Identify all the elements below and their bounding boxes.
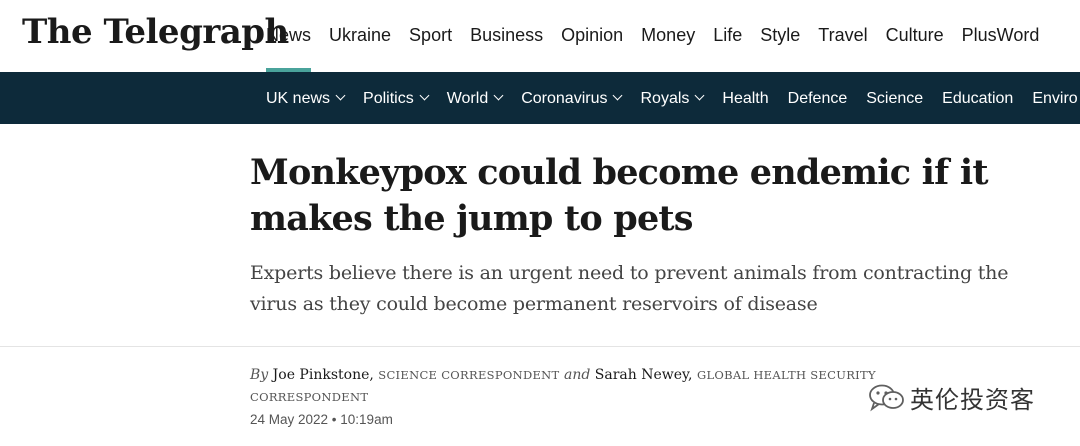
section-nav-label: Royals — [640, 89, 690, 107]
section-nav-label: Health — [722, 89, 769, 107]
chevron-down-icon — [419, 90, 430, 101]
site-header: The Telegraph News Ukraine Sport Business Op… — [0, 0, 1080, 72]
chevron-down-icon — [493, 90, 504, 101]
section-nav-education[interactable]: Education — [942, 72, 1013, 124]
nav-item-money[interactable]: Money — [641, 0, 695, 72]
primary-nav: News Ukraine Sport Business Opinion Money Life… — [266, 0, 1057, 72]
article-standfirst: Experts believe there is an urgent need … — [250, 262, 1009, 315]
section-nav-world[interactable]: World — [446, 72, 504, 124]
section-nav-label: Science — [866, 89, 924, 107]
section-nav-row: UK news Politics World Coronavirus Royals Hea… — [266, 72, 1080, 124]
divider — [0, 346, 1080, 347]
nav-item-sport[interactable]: Sport — [409, 0, 452, 72]
nav-item-news[interactable]: News — [266, 0, 312, 72]
nav-item-culture[interactable]: Culture — [886, 0, 944, 72]
chevron-down-icon — [613, 90, 623, 101]
wechat-icon — [868, 383, 906, 413]
section-nav-politics[interactable]: Politics — [363, 72, 430, 124]
section-nav-defence[interactable]: Defence — [788, 72, 848, 124]
section-nav-label: Politics — [363, 89, 414, 107]
byline: By Joe Pinkstone, SCIENCE CORRESPONDENT … — [250, 364, 950, 408]
section-nav-uk-news[interactable]: UK news — [266, 72, 346, 124]
section-nav-health[interactable]: Health — [722, 72, 768, 124]
article-headline: Monkeypox could become endemic if it mak… — [250, 152, 988, 239]
nav-item-life[interactable]: Life — [713, 0, 742, 72]
nav-item-travel[interactable]: Travel — [818, 0, 867, 72]
section-nav-royals[interactable]: Royals — [640, 72, 705, 124]
section-nav-label: Education — [942, 89, 1014, 107]
section-nav-label: Coronavirus — [521, 89, 608, 107]
publish-date: 24 May 2022 • 10:19am — [250, 412, 393, 427]
author-link-newey[interactable]: Sarah Newey, — [595, 367, 693, 383]
watermark-text: 英伦投资客 — [910, 386, 1035, 414]
nav-item-plusword[interactable]: PlusWord — [962, 0, 1040, 72]
section-nav-label: World — [446, 89, 489, 107]
author-role: SCIENCE CORRESPONDENT — [378, 368, 560, 382]
site-logo[interactable]: The Telegraph — [22, 12, 289, 52]
nav-item-ukraine[interactable]: Ukraine — [329, 0, 391, 72]
chevron-down-icon — [694, 90, 705, 101]
section-nav-label: Defence — [787, 89, 848, 107]
byline-by: By — [250, 367, 269, 383]
byline-and: and — [563, 367, 591, 383]
nav-item-style[interactable]: Style — [760, 0, 800, 72]
nav-item-business[interactable]: Business — [470, 0, 543, 72]
author-link-pinkstone[interactable]: Joe Pinkstone, — [273, 367, 374, 383]
nav-item-opinion[interactable]: Opinion — [561, 0, 623, 72]
section-nav-label: Enviro — [1032, 89, 1078, 107]
section-nav-science[interactable]: Science — [866, 72, 923, 124]
section-nav-label: UK news — [266, 89, 331, 107]
section-nav-enviro[interactable]: Enviro — [1032, 72, 1077, 124]
section-nav: UK news Politics World Coronavirus Royals Hea… — [0, 72, 1080, 124]
chevron-down-icon — [335, 90, 346, 101]
watermark: 英伦投资客 — [868, 380, 1035, 415]
section-nav-coronavirus[interactable]: Coronavirus — [521, 72, 623, 124]
